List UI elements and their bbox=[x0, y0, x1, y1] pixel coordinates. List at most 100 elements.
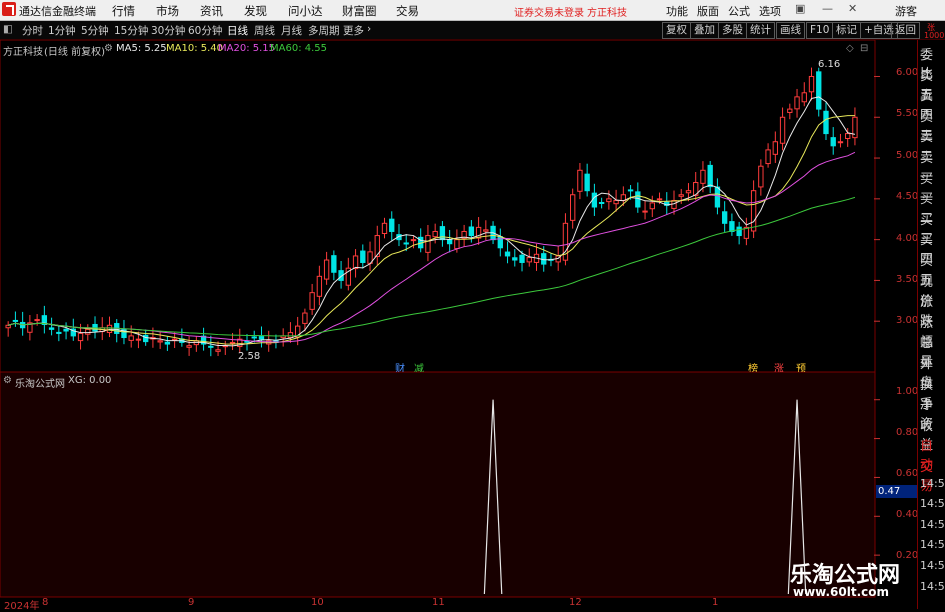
candle-body[interactable] bbox=[410, 239, 417, 242]
candle-body[interactable] bbox=[816, 71, 822, 110]
menu-news[interactable]: 资讯 bbox=[200, 3, 223, 19]
tab-1min[interactable]: 1分钟 bbox=[48, 23, 76, 38]
tab-monthly[interactable]: 月线 bbox=[281, 23, 302, 38]
menu-formula[interactable]: 公式 bbox=[728, 3, 750, 19]
price-chart[interactable] bbox=[0, 40, 917, 373]
candle-body[interactable] bbox=[808, 75, 815, 93]
candle-body[interactable] bbox=[649, 202, 655, 210]
guest-label[interactable]: 游客 bbox=[895, 3, 917, 19]
candle-body[interactable] bbox=[721, 211, 728, 224]
skin-icon[interactable]: ▣ bbox=[795, 2, 805, 15]
candle-body[interactable] bbox=[598, 201, 605, 204]
login-notice[interactable]: 证券交易未登录 bbox=[514, 4, 584, 19]
candle-body[interactable] bbox=[685, 190, 692, 194]
candle-body[interactable] bbox=[765, 149, 771, 165]
candle-body[interactable] bbox=[570, 194, 576, 221]
menu-market[interactable]: 市场 bbox=[156, 3, 179, 19]
close-icon[interactable]: ✕ bbox=[848, 2, 857, 15]
candle-body[interactable] bbox=[635, 191, 641, 208]
candle-body[interactable] bbox=[208, 345, 214, 348]
candle-body[interactable] bbox=[316, 275, 323, 297]
candle-body[interactable] bbox=[215, 349, 221, 352]
candle-body[interactable] bbox=[736, 226, 742, 237]
candle-body[interactable] bbox=[323, 259, 330, 280]
candle-body[interactable] bbox=[12, 319, 19, 322]
candle-body[interactable] bbox=[128, 335, 134, 341]
candle-body[interactable] bbox=[454, 239, 460, 250]
candle-body[interactable] bbox=[186, 345, 192, 348]
minimize-icon[interactable]: — bbox=[822, 2, 833, 15]
candle-body[interactable] bbox=[483, 229, 489, 232]
candle-body[interactable] bbox=[244, 340, 250, 343]
menu-discover[interactable]: 发现 bbox=[244, 3, 267, 19]
menu-quotes[interactable]: 行情 bbox=[112, 3, 135, 19]
candle-body[interactable] bbox=[468, 226, 475, 237]
candle-body[interactable] bbox=[5, 324, 11, 329]
candle-body[interactable] bbox=[729, 221, 735, 232]
tab-30min[interactable]: 30分钟 bbox=[151, 23, 185, 38]
candle-body[interactable] bbox=[845, 133, 851, 140]
restore-rights-button[interactable]: 复权 bbox=[662, 22, 691, 39]
tab-more[interactable]: 更多 bbox=[343, 23, 364, 38]
candle-body[interactable] bbox=[56, 331, 62, 334]
menu-layout[interactable]: 版面 bbox=[697, 3, 719, 19]
candle-body[interactable] bbox=[823, 110, 829, 135]
candle-body[interactable] bbox=[331, 255, 337, 273]
candle-body[interactable] bbox=[425, 235, 431, 253]
candle-body[interactable] bbox=[34, 319, 40, 322]
menu-function[interactable]: 功能 bbox=[666, 3, 688, 19]
candle-body[interactable] bbox=[251, 336, 257, 339]
candle-body[interactable] bbox=[852, 116, 858, 139]
candle-body[interactable] bbox=[772, 141, 778, 155]
candle-body[interactable] bbox=[258, 336, 265, 340]
candle-body[interactable] bbox=[830, 137, 836, 147]
menu-wealth[interactable]: 财富圈 bbox=[342, 3, 377, 19]
chevron-right-icon[interactable]: › bbox=[367, 23, 371, 35]
settings-gear-icon[interactable]: ⚙ bbox=[104, 43, 113, 54]
candle-body[interactable] bbox=[584, 173, 590, 192]
candle-body[interactable] bbox=[352, 255, 359, 270]
candle-body[interactable] bbox=[302, 312, 308, 324]
candle-body[interactable] bbox=[157, 340, 163, 343]
candle-body[interactable] bbox=[714, 186, 721, 208]
f10-button[interactable]: F10 bbox=[806, 22, 834, 39]
stats-button[interactable]: 统计 bbox=[746, 22, 775, 39]
overlay-button[interactable]: 叠加 bbox=[690, 22, 719, 39]
diamond-icon[interactable]: ◇ bbox=[846, 43, 854, 54]
candle-body[interactable] bbox=[403, 242, 409, 245]
candle-body[interactable] bbox=[779, 116, 786, 144]
candle-body[interactable] bbox=[135, 338, 142, 341]
tab-daily[interactable]: 日线 bbox=[227, 23, 248, 38]
candle-body[interactable] bbox=[758, 165, 764, 188]
candle-body[interactable] bbox=[613, 199, 619, 205]
candle-body[interactable] bbox=[229, 341, 236, 344]
candle-body[interactable] bbox=[519, 254, 525, 263]
menu-ask[interactable]: 问小达 bbox=[288, 3, 323, 19]
collapse-icon[interactable]: ⊟ bbox=[860, 43, 868, 54]
candle-body[interactable] bbox=[794, 96, 800, 110]
candle-body[interactable] bbox=[526, 257, 532, 263]
candle-body[interactable] bbox=[787, 108, 793, 113]
candle-body[interactable] bbox=[446, 239, 453, 245]
candle-body[interactable] bbox=[627, 189, 634, 192]
candle-body[interactable] bbox=[700, 169, 706, 184]
menu-trade[interactable]: 交易 bbox=[396, 3, 419, 19]
multi-stock-button[interactable]: 多股 bbox=[718, 22, 747, 39]
candle-body[interactable] bbox=[171, 338, 178, 341]
candle-body[interactable] bbox=[577, 169, 583, 192]
candle-body[interactable] bbox=[360, 250, 366, 263]
tab-intraday[interactable]: 分时 bbox=[22, 23, 43, 38]
back-button[interactable]: 返回 bbox=[891, 22, 920, 39]
candle-body[interactable] bbox=[389, 218, 395, 232]
candle-body[interactable] bbox=[63, 328, 69, 332]
mark-button[interactable]: 标记 bbox=[832, 22, 861, 39]
candle-body[interactable] bbox=[381, 222, 388, 234]
candle-body[interactable] bbox=[606, 198, 612, 203]
tab-5min[interactable]: 5分钟 bbox=[81, 23, 109, 38]
tab-60min[interactable]: 60分钟 bbox=[188, 23, 222, 38]
candle-body[interactable] bbox=[164, 341, 171, 345]
candle-body[interactable] bbox=[707, 164, 713, 188]
tab-weekly[interactable]: 周线 bbox=[254, 23, 275, 38]
candle-body[interactable] bbox=[77, 332, 84, 342]
candle-body[interactable] bbox=[750, 190, 757, 232]
